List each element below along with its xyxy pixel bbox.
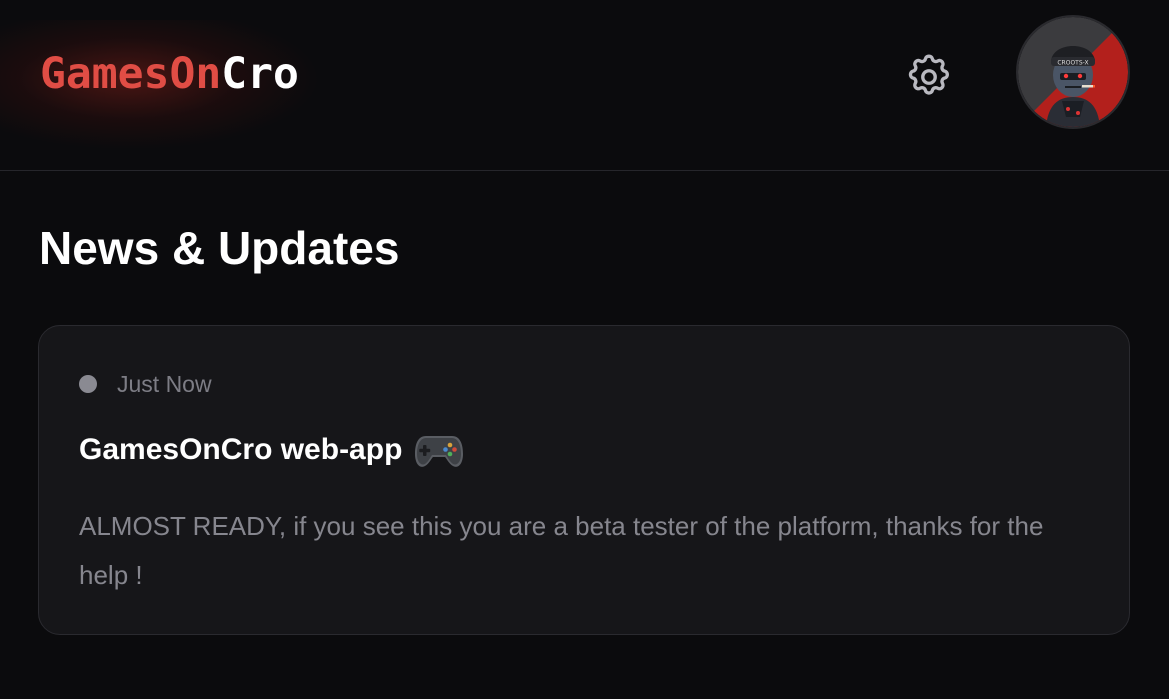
gear-icon xyxy=(908,54,949,95)
gamepad-icon xyxy=(414,430,464,470)
svg-text:CROOTS-X: CROOTS-X xyxy=(1057,60,1088,67)
news-body: ALMOST READY, if you see this you are a … xyxy=(79,511,1044,590)
news-title-text: GamesOnCro web-app xyxy=(79,433,403,466)
top-bar: GamesOnCro CROOTS-X xyxy=(0,0,1169,171)
news-card[interactable]: Just Now GamesOnCro web-app ALMOST READY… xyxy=(38,325,1130,635)
logo-accent-text: GamesOn xyxy=(40,49,222,99)
avatar-image: CROOTS-X xyxy=(1018,17,1128,127)
settings-button[interactable] xyxy=(902,50,956,104)
status-dot xyxy=(79,375,97,393)
app-logo[interactable]: GamesOnCro xyxy=(40,48,299,100)
logo-rest-text: Cro xyxy=(221,49,299,99)
page-title: News & Updates xyxy=(39,222,400,274)
news-title: GamesOnCro web-app xyxy=(79,426,464,474)
news-timestamp: Just Now xyxy=(117,371,212,397)
user-avatar[interactable]: CROOTS-X xyxy=(1016,15,1130,129)
